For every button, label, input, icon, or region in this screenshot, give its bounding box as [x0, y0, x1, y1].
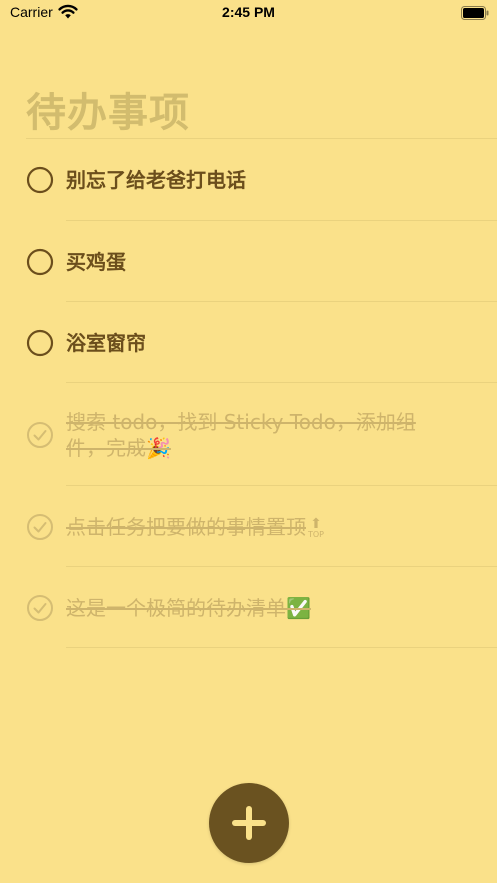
- todo-item[interactable]: 这是一个极简的待办清单✅: [0, 567, 497, 648]
- unchecked-circle-icon[interactable]: [26, 166, 54, 194]
- unchecked-circle-icon[interactable]: [26, 248, 54, 276]
- status-time: 2:45 PM: [222, 4, 275, 20]
- todo-item[interactable]: 别忘了给老爸打电话: [0, 139, 497, 221]
- page-title: 待办事项: [26, 90, 190, 136]
- checked-circle-icon[interactable]: [26, 594, 54, 622]
- todo-text: 这是一个极简的待办清单✅: [66, 595, 311, 620]
- status-bar: Carrier 2:45 PM: [0, 0, 497, 26]
- add-todo-button[interactable]: [209, 783, 289, 863]
- checked-circle-icon[interactable]: [26, 513, 54, 541]
- plus-icon: [232, 806, 266, 840]
- battery-icon: [461, 5, 489, 24]
- todo-text: 点击任务把要做的事情置顶 ⬆ TOP: [66, 514, 325, 539]
- todo-text: 搜索 todo，找到 Sticky Todo，添加组件，完成🎉: [66, 409, 416, 460]
- todo-item[interactable]: 搜索 todo，找到 Sticky Todo，添加组件，完成🎉: [0, 383, 497, 486]
- todo-list: 别忘了给老爸打电话 买鸡蛋浴室窗帘搜索 todo，找到 Sticky Todo，添…: [0, 139, 497, 648]
- todo-item[interactable]: 点击任务把要做的事情置顶 ⬆ TOP: [0, 486, 497, 567]
- todo-text: 浴室窗帘: [66, 330, 146, 355]
- todo-item[interactable]: 浴室窗帘: [0, 302, 497, 383]
- top-arrow-icon: ⬆ TOP: [308, 515, 325, 539]
- todo-text: 别忘了给老爸打电话: [66, 168, 246, 192]
- todo-item[interactable]: 买鸡蛋: [0, 221, 497, 302]
- unchecked-circle-icon[interactable]: [26, 329, 54, 357]
- checked-circle-icon[interactable]: [26, 421, 54, 449]
- todo-text: 买鸡蛋: [66, 249, 126, 274]
